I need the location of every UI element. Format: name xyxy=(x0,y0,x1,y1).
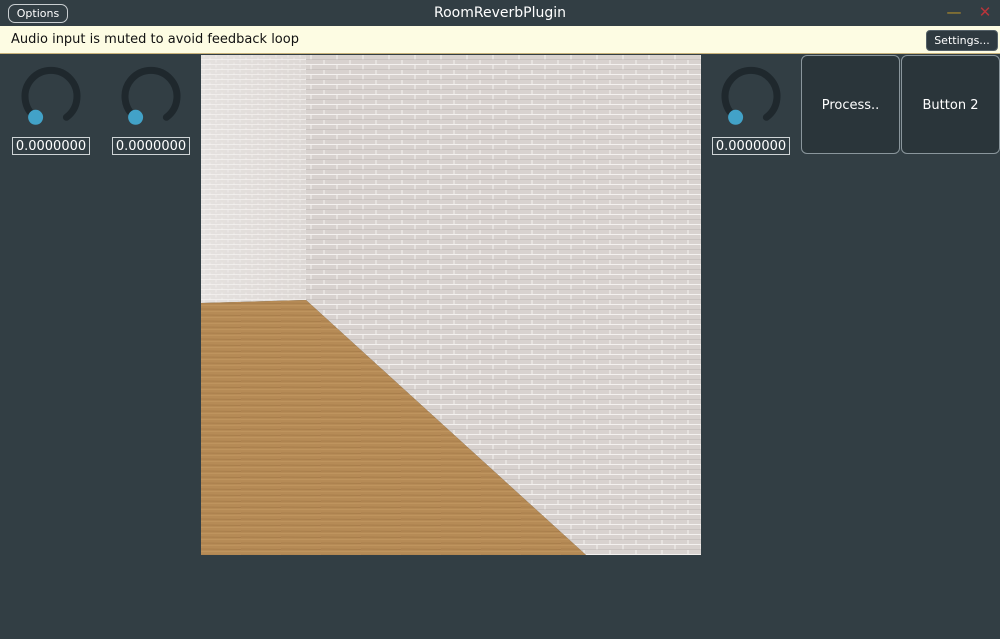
knob-group-2: 0.0000000 xyxy=(111,57,191,157)
rotary-knob-2[interactable] xyxy=(120,66,182,128)
knob-thumb-icon xyxy=(128,109,144,125)
button-2[interactable]: Button 2 xyxy=(901,55,1000,154)
knob-thumb-icon xyxy=(728,109,744,125)
rotary-knob-3[interactable] xyxy=(720,66,782,128)
knob-3-value[interactable]: 0.0000000 xyxy=(712,137,790,155)
window-title: RoomReverbPlugin xyxy=(434,5,566,21)
banner-message: Audio input is muted to avoid feedback l… xyxy=(11,32,299,47)
settings-button[interactable]: Settings... xyxy=(926,30,998,51)
feedback-warning-banner: Audio input is muted to avoid feedback l… xyxy=(0,26,1000,54)
room-3d-view[interactable] xyxy=(201,55,701,555)
rotary-knob-1[interactable] xyxy=(20,66,82,128)
knob-group-1: 0.0000000 xyxy=(11,57,91,157)
close-icon[interactable]: ✕ xyxy=(974,2,996,22)
knob-1-value[interactable]: 0.0000000 xyxy=(12,137,90,155)
process-button[interactable]: Process.. xyxy=(801,55,900,154)
knob-2-value[interactable]: 0.0000000 xyxy=(112,137,190,155)
minimize-icon[interactable]: — xyxy=(943,2,965,22)
knob-group-3: 0.0000000 xyxy=(711,57,791,157)
knob-thumb-icon xyxy=(28,109,44,125)
room-scene xyxy=(201,55,701,555)
title-bar: RoomReverbPlugin Options — ✕ xyxy=(0,0,1000,26)
options-button[interactable]: Options xyxy=(8,4,68,23)
